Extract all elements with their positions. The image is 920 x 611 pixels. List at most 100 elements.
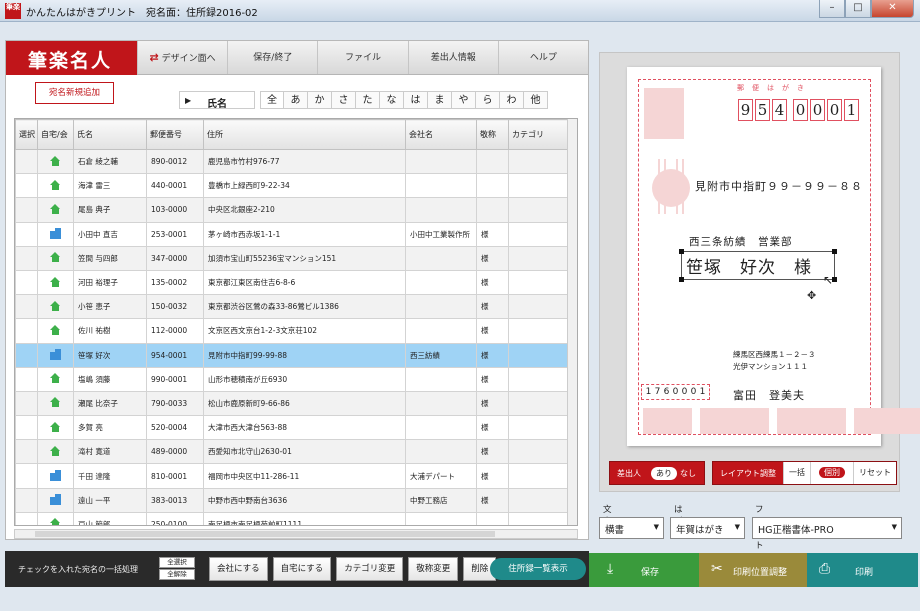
select-checkbox[interactable]: [15, 366, 38, 392]
sender-address[interactable]: 練馬区西練馬１－２－３ 光伊マンション１１１: [733, 349, 816, 373]
table-row[interactable]: 小田中 直吉 253-0001 茅ヶ崎市西赤坂1-1-1 小田中工業製作所様: [15, 221, 577, 247]
recipient-company[interactable]: 西三条紡績 営業部: [689, 234, 793, 249]
table-row[interactable]: 海津 雷三 440-0001 豊橋市上緑西町9-22-34: [15, 173, 577, 199]
sender-name[interactable]: 富田 登美夫: [733, 387, 805, 403]
cell-honorific: 様: [476, 269, 509, 296]
text-direction-select[interactable]: 横書 ▼: [599, 517, 664, 539]
kana-tab[interactable]: 全: [260, 91, 284, 109]
col-zip[interactable]: 郵便番号: [146, 119, 204, 150]
add-address-button[interactable]: 宛名新規追加: [35, 82, 114, 104]
kana-tab[interactable]: か: [308, 91, 332, 109]
select-checkbox[interactable]: [15, 463, 38, 489]
sort-name-button[interactable]: ▶ 氏名: [179, 91, 255, 110]
table-row[interactable]: 尾島 典子 103-0000 中央区北銀座2-210: [15, 197, 577, 223]
kana-tab[interactable]: 他: [524, 91, 548, 109]
col-select[interactable]: 選択: [15, 119, 38, 150]
app-icon: 筆楽: [5, 3, 21, 19]
save-button[interactable]: ⤓ 保存: [589, 553, 699, 587]
col-address[interactable]: 住所: [203, 119, 406, 150]
menu-help[interactable]: ヘルプ: [497, 41, 588, 74]
table-row[interactable]: 千田 達隆 810-0001 福岡市中央区中11-286-11 大浦デパート様: [15, 463, 577, 489]
table-row[interactable]: 笹塚 好次 954-0001 見附市中指町99-99-88 西三紡績様: [15, 342, 577, 368]
close-button[interactable]: ✕: [871, 0, 914, 18]
menu-sender-info[interactable]: 差出人情報: [407, 41, 498, 74]
kana-tab[interactable]: や: [452, 91, 476, 109]
font-select[interactable]: HG正楷書体-PRO ▼: [752, 517, 902, 539]
cell-category: [508, 511, 570, 525]
reset-button[interactable]: リセット: [853, 462, 896, 484]
cell-company: [405, 269, 477, 296]
table-row[interactable]: 小笹 恵子 150-0032 東京都渋谷区鶯の森33-86鶯ビル1386 様: [15, 294, 577, 320]
minimize-button[interactable]: –: [819, 0, 845, 18]
kana-tab[interactable]: は: [404, 91, 428, 109]
col-name[interactable]: 氏名: [73, 119, 147, 150]
change-category-button[interactable]: カテゴリ変更: [336, 557, 404, 581]
select-all-button[interactable]: 全選択: [159, 557, 195, 568]
layout-all-button[interactable]: 一括: [783, 462, 810, 484]
layout-adjust: レイアウト調整 一括 個別 リセット: [712, 461, 897, 485]
recipient-address[interactable]: 見附市中指町９９－９９－８８: [695, 178, 863, 194]
recipient-name[interactable]: 笹塚 好次 様: [686, 253, 812, 278]
table-row[interactable]: 塩嶋 須藤 990-0001 山形市穂積南が丘6930 様: [15, 366, 577, 392]
cell-company: 小田中工業製作所: [405, 221, 477, 247]
select-checkbox[interactable]: [15, 318, 38, 344]
change-honorific-button[interactable]: 敬称変更: [408, 557, 459, 581]
table-row[interactable]: 河田 裕理子 135-0002 東京都江東区南住吉6-8-6 様: [15, 269, 577, 296]
make-home-button[interactable]: 自宅にする: [272, 557, 332, 581]
select-checkbox[interactable]: [15, 342, 38, 368]
table-row[interactable]: 遠山 一平 383-0013 中野市西中野南台3636 中野工務店様: [15, 487, 577, 513]
table-row[interactable]: 瀬尾 比奈子 790-0033 松山市鹿原新町9-66-86 様: [15, 390, 577, 417]
menu-save-exit[interactable]: 保存/終了: [227, 41, 317, 74]
select-checkbox[interactable]: [15, 415, 38, 441]
table-row[interactable]: 滝村 寛道 489-0000 西愛知市北守山2630-01 様: [15, 439, 577, 465]
select-checkbox[interactable]: [15, 511, 38, 525]
select-checkbox[interactable]: [15, 197, 38, 223]
layout-each-button[interactable]: 個別: [819, 467, 845, 478]
col-company[interactable]: 会社名: [405, 119, 477, 150]
cell-address: 加須市宝山町55236宝マンション151: [203, 245, 406, 271]
horizontal-scrollbar[interactable]: [14, 529, 578, 539]
menu-design[interactable]: ⇄ デザイン面へ: [137, 41, 227, 74]
table-row[interactable]: 笠間 与四郎 347-0000 加須市宝山町55236宝マンション151 様: [15, 245, 577, 271]
sender-off-button[interactable]: なし: [680, 468, 696, 479]
kana-tab[interactable]: あ: [284, 91, 308, 109]
col-honorific[interactable]: 敬称: [476, 119, 509, 150]
select-checkbox[interactable]: [15, 148, 38, 175]
table-row[interactable]: 戸山 節郎 250-0100 南足柄市南足柄苑前町1111: [15, 511, 577, 525]
address-list-button[interactable]: 住所録一覧表示: [490, 558, 586, 580]
select-checkbox[interactable]: [15, 245, 38, 271]
postal-code-boxes[interactable]: 9 5 4 0 0 0 1: [738, 99, 861, 121]
card-type-select[interactable]: 年賀はがき ▼: [670, 517, 745, 539]
cell-address: 南足柄市南足柄苑前町1111: [203, 511, 406, 525]
menu-file[interactable]: ファイル: [317, 41, 407, 74]
select-checkbox[interactable]: [15, 269, 38, 296]
kana-tab[interactable]: ら: [476, 91, 500, 109]
deselect-all-button[interactable]: 全解除: [159, 569, 195, 580]
select-checkbox[interactable]: [15, 390, 38, 417]
table-row[interactable]: 佐川 祐樹 112-0000 文京区西文京台1-2-3文京荘102 様: [15, 318, 577, 344]
sender-on-button[interactable]: あり: [651, 466, 677, 480]
select-checkbox[interactable]: [15, 294, 38, 320]
yubin-label: 郵便はがき: [737, 84, 812, 92]
select-checkbox[interactable]: [15, 221, 38, 247]
select-checkbox[interactable]: [15, 487, 38, 513]
vertical-scrollbar[interactable]: [567, 119, 577, 525]
col-category[interactable]: カテゴリ: [508, 119, 570, 150]
print-position-button[interactable]: ✂ 印刷位置調整: [699, 553, 807, 587]
table-row[interactable]: 多賀 亮 520-0004 大津市西大津台563-88 様: [15, 415, 577, 441]
select-checkbox[interactable]: [15, 439, 38, 465]
kana-tab[interactable]: わ: [500, 91, 524, 109]
print-button[interactable]: ⎙ 印刷: [807, 553, 918, 587]
cell-zip: 135-0002: [146, 269, 204, 296]
kana-tab[interactable]: た: [356, 91, 380, 109]
kana-tab[interactable]: ま: [428, 91, 452, 109]
make-company-button[interactable]: 会社にする: [209, 557, 268, 581]
maximize-button[interactable]: □: [845, 0, 871, 18]
cell-zip: 990-0001: [146, 366, 204, 392]
kana-tab[interactable]: な: [380, 91, 404, 109]
kana-tab[interactable]: さ: [332, 91, 356, 109]
col-type[interactable]: 自宅/会: [37, 119, 74, 150]
select-checkbox[interactable]: [15, 173, 38, 199]
table-row[interactable]: 石倉 綾之輔 890-0012 鹿児島市竹村976-77: [15, 148, 577, 175]
sender-postal-code[interactable]: 1 7 6 0 0 0 1: [641, 384, 710, 400]
